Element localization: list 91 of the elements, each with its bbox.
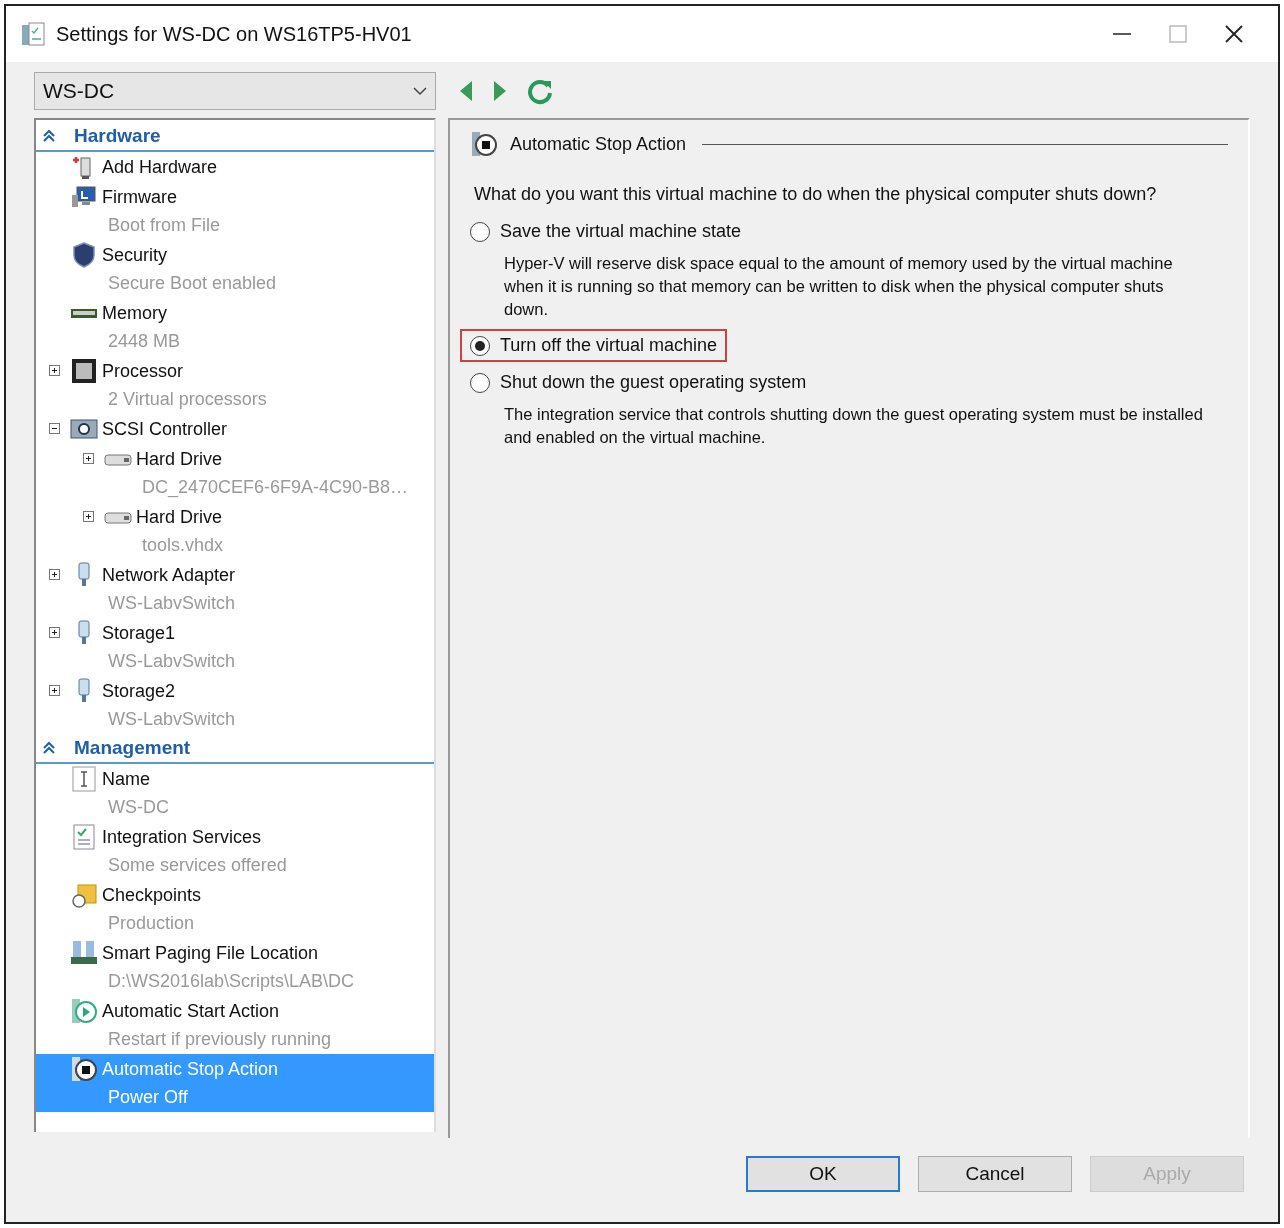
- item-label: Automatic Start Action: [102, 1000, 281, 1023]
- item-label: Firmware: [102, 186, 178, 209]
- tree-item[interactable]: Hard Drive tools.vhdx: [36, 502, 434, 560]
- dialog-button[interactable]: OK: [746, 1156, 900, 1192]
- item-label: Security: [102, 244, 169, 267]
- expand-toggle[interactable]: [82, 511, 94, 522]
- tree-item[interactable]: Storage1 WS-LabvSwitch: [36, 618, 434, 676]
- section-header[interactable]: Management: [36, 734, 434, 764]
- section-title: Management: [74, 737, 191, 759]
- memory-chip-icon: [70, 307, 98, 319]
- play-icon: [70, 997, 98, 1025]
- tree-item[interactable]: Smart Paging File Location D:\WS2016lab\Scripts\LAB\DC: [36, 938, 434, 996]
- tree-item[interactable]: Hard Drive DC_2470CEF6-6F9A-4C90-B8…: [36, 444, 434, 502]
- item-label: Automatic Stop Action: [102, 1058, 279, 1081]
- tree-item[interactable]: Processor 2 Virtual processors: [36, 356, 434, 414]
- radio-button[interactable]: [470, 221, 490, 242]
- tree-item[interactable]: Network Adapter WS-LabvSwitch: [36, 560, 434, 618]
- item-label: Checkpoints: [102, 884, 202, 907]
- dialog-button[interactable]: Cancel: [918, 1156, 1072, 1192]
- tree-item[interactable]: Storage2 WS-LabvSwitch: [36, 676, 434, 734]
- text-field-icon: [70, 765, 98, 793]
- stop-icon: [470, 130, 498, 158]
- window-title: Settings for WS-DC on WS16TP5-HV01: [56, 22, 413, 46]
- expand-toggle[interactable]: [82, 453, 94, 464]
- item-detail: 2448 MB: [108, 330, 181, 353]
- double-chevron-up-icon: [42, 741, 56, 755]
- item-detail: Restart if previously running: [108, 1028, 332, 1051]
- radio-button[interactable]: [470, 372, 490, 393]
- item-detail: Some services offered: [108, 854, 287, 877]
- question-text: What do you want this virtual machine to do when the physical computer shuts down?: [474, 184, 1158, 205]
- double-chevron-up-icon: [42, 129, 56, 143]
- item-detail: tools.vhdx: [142, 534, 224, 557]
- item-detail: Secure Boot enabled: [108, 272, 277, 295]
- tree-item[interactable]: SCSI Controller: [36, 414, 434, 444]
- vm-dropdown[interactable]: WS-DC: [34, 72, 436, 110]
- tree-item[interactable]: Security Secure Boot enabled: [36, 240, 434, 298]
- group-title: Automatic Stop Action: [510, 133, 687, 155]
- expand-toggle[interactable]: [48, 569, 60, 580]
- forward-arrow-icon[interactable]: [492, 79, 508, 103]
- tree-item[interactable]: Firmware Boot from File: [36, 182, 434, 240]
- back-arrow-icon[interactable]: [458, 79, 474, 103]
- item-detail: Production: [108, 912, 196, 935]
- item-label: Network Adapter: [102, 564, 236, 587]
- section-title: Hardware: [74, 125, 161, 147]
- tree-item[interactable]: Add Hardware: [36, 152, 434, 182]
- expand-toggle[interactable]: [48, 627, 60, 638]
- option-description: Hyper-V will reserve disk space equal to the amount of memory used by the virtual machine when it is running so that memory can be written to disk when the physical computer shuts down.: [504, 253, 1174, 320]
- radio-button[interactable]: [470, 335, 490, 356]
- settings-window-icon: [20, 21, 46, 47]
- tree-item[interactable]: Integration Services Some services offered: [36, 822, 434, 880]
- item-detail: Power Off: [108, 1086, 189, 1109]
- item-label: Name: [102, 768, 151, 791]
- item-label: Storage2: [102, 680, 177, 703]
- tree-item[interactable]: Automatic Start Action Restart if previously running: [36, 996, 434, 1054]
- item-label: Processor: [102, 360, 185, 383]
- item-label: Hard Drive: [136, 506, 224, 529]
- tree-item[interactable]: Name WS-DC: [36, 764, 434, 822]
- checklist-icon: [70, 823, 98, 851]
- close-icon[interactable]: [1224, 24, 1244, 44]
- item-label: Memory: [102, 302, 168, 325]
- item-detail: WS-LabvSwitch: [108, 708, 236, 731]
- expand-toggle[interactable]: [48, 685, 60, 696]
- item-detail: 2 Virtual processors: [108, 388, 267, 411]
- chevron-down-icon: [413, 86, 427, 96]
- item-detail: D:\WS2016lab\Scripts\LAB\DC: [108, 970, 355, 993]
- section-header[interactable]: Hardware: [36, 122, 434, 152]
- item-detail: DC_2470CEF6-6F9A-4C90-B8…: [142, 476, 409, 500]
- item-detail: Boot from File: [108, 214, 221, 237]
- tree-item[interactable]: Checkpoints Production: [36, 880, 434, 938]
- item-label: SCSI Controller: [102, 418, 228, 441]
- item-detail: WS-LabvSwitch: [108, 650, 236, 673]
- processor-icon: [70, 357, 98, 385]
- refresh-icon[interactable]: [526, 77, 554, 105]
- paging-file-icon: [70, 939, 98, 967]
- option-label: Shut down the guest operating system: [500, 372, 807, 393]
- item-label: Add Hardware: [102, 156, 218, 179]
- shield-icon: [70, 241, 98, 269]
- collapse-toggle[interactable]: [48, 423, 60, 434]
- folder-clock-icon: [70, 881, 98, 909]
- item-label: Smart Paging File Location: [102, 942, 320, 965]
- option-label: Save the virtual machine state: [500, 221, 742, 242]
- item-label: Integration Services: [102, 826, 263, 849]
- option-label: Turn off the virtual machine: [500, 335, 718, 356]
- item-label: Hard Drive: [136, 448, 224, 471]
- item-label: Storage1: [102, 622, 177, 645]
- item-detail: WS-DC: [108, 796, 169, 819]
- item-detail: WS-LabvSwitch: [108, 592, 236, 615]
- expand-toggle[interactable]: [48, 365, 60, 376]
- option-description: The integration service that controls shutting down the guest operating system must be installed and enabled on the virtual machine.: [504, 404, 1204, 448]
- stop-icon: [70, 1055, 98, 1083]
- tree-item[interactable]: Memory 2448 MB: [36, 298, 434, 356]
